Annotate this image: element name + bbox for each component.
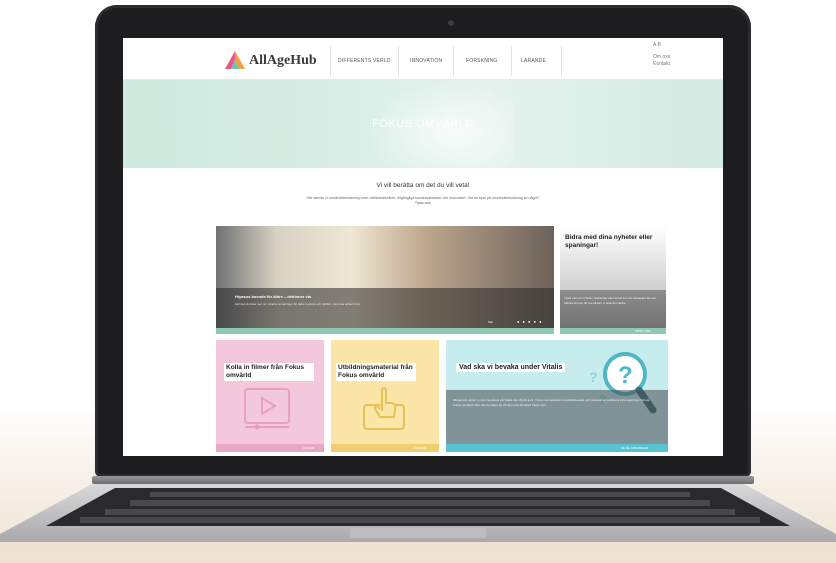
keyboard-illustration [0, 484, 836, 556]
featured-article-title[interactable]: Hiyasus boende för äldre – delrinner via [235, 294, 311, 299]
pointing-hand-icon [363, 387, 405, 430]
featured-article-more-link[interactable]: Mer [488, 320, 493, 324]
vitalis-title[interactable]: Vad ska vi bevaka under Vitalis [456, 363, 566, 372]
featured-article-bar [216, 328, 554, 334]
laptop-camera-icon [448, 20, 454, 26]
tile-grid: Hiyasus boende för äldre – delrinner via… [123, 38, 723, 456]
films-bar-label[interactable]: FILMER [303, 446, 314, 450]
vitalis-bar-label[interactable]: SE DE SPANINGAR [621, 446, 648, 450]
svg-text:?: ? [618, 362, 633, 389]
svg-text:?: ? [589, 369, 598, 385]
news-tip-text: Tipsa oss om nyheter, spaningar eller an… [564, 296, 657, 305]
films-title[interactable]: Kolla in filmer från Fokus omvärld [224, 363, 314, 381]
laptop-hinge [92, 476, 754, 484]
news-tip-title[interactable]: Bidra med dina nyheter eller spaningar! [565, 234, 665, 250]
education-bar-label[interactable]: LÄS MER [413, 446, 426, 450]
featured-article-text: Här kan du läsa mer om smarta utmaningar… [235, 302, 361, 306]
vitalis-text: AllAgeHub deltar nu som besökare på Vita… [453, 398, 649, 407]
video-play-icon [244, 388, 290, 430]
carousel-dots[interactable]: ● ● ● ● ● [517, 319, 543, 324]
education-title[interactable]: Utbildningsmaterial från Fokus omvärld [336, 363, 416, 381]
news-tip-bar-label[interactable]: TIPSA OSS [635, 329, 651, 333]
laptop-keyboard-deck [0, 484, 836, 556]
